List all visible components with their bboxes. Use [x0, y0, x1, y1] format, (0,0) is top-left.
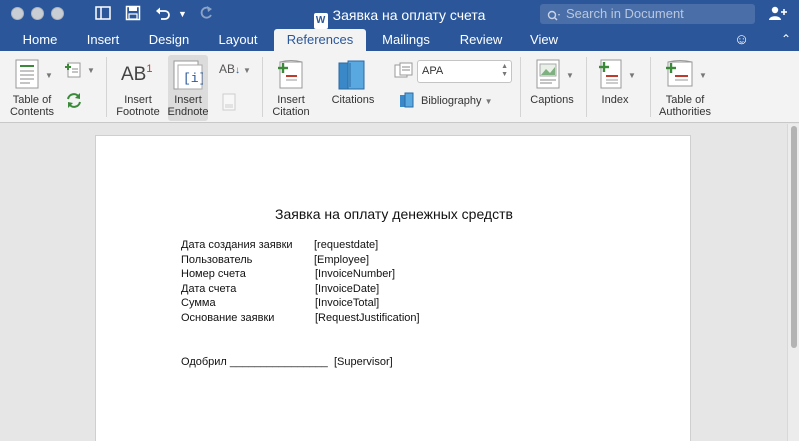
document-canvas[interactable]: Заявка на оплату денежных средств Дата с…: [0, 123, 799, 441]
tab-layout[interactable]: Layout: [208, 29, 268, 51]
field-label-justification: Основание заявки: [181, 312, 275, 324]
endnote-label-line-2: Endnote: [167, 106, 209, 118]
next-footnote-icon-text: AB: [219, 62, 236, 76]
insert-endnote-button[interactable]: Insert Endnote: [164, 94, 212, 118]
add-text-icon[interactable]: [64, 60, 84, 83]
approval-supervisor-value: [Supervisor]: [334, 356, 393, 368]
footnote-icon-text: AB: [121, 64, 147, 85]
field-label-invoice-number: Номер счета: [181, 268, 246, 280]
bibliography-icon[interactable]: [399, 92, 415, 113]
ribbon-separator: [586, 57, 587, 117]
add-text-dropdown-icon[interactable]: ▼: [87, 66, 95, 75]
update-table-icon[interactable]: [64, 91, 84, 114]
share-user-icon[interactable]: [768, 5, 788, 26]
table-of-authorities-button[interactable]: Table of Authorities: [654, 94, 716, 118]
field-value-employee: [Employee]: [314, 254, 370, 266]
style-stepper-icon: ▲ ▼: [501, 63, 508, 78]
search-icon: [547, 8, 561, 28]
authorities-label-line-1: Table of: [665, 94, 705, 106]
tab-references[interactable]: References: [274, 29, 366, 51]
captions-button[interactable]: Captions: [526, 94, 578, 106]
footnote-icon-superscript: 1: [146, 63, 153, 75]
window-title-text: Заявка на оплату счета: [332, 7, 486, 23]
bibliography-button[interactable]: Bibliography ▼: [421, 95, 501, 108]
collapse-ribbon-chevron-icon[interactable]: ⌃: [781, 29, 791, 50]
index-icon[interactable]: [598, 59, 624, 94]
insert-citation-icon[interactable]: [277, 59, 305, 94]
bibliography-dropdown-icon: ▼: [484, 97, 493, 106]
insert-citation-button[interactable]: Insert Citation: [267, 94, 315, 118]
tab-design[interactable]: Design: [140, 29, 198, 51]
citation-style-value: APA: [422, 65, 444, 77]
next-footnote-dropdown-icon[interactable]: ▼: [243, 66, 251, 75]
field-label-invoice-date: Дата счета: [181, 283, 237, 295]
svg-text:[i]: [i]: [183, 71, 203, 86]
toc-label-line-2: Contents: [9, 106, 55, 118]
field-value-invoice-date: [InvoiceDate]: [315, 283, 380, 295]
citation-style-select[interactable]: APA ▲ ▼: [417, 60, 512, 83]
feedback-smiley-icon[interactable]: ☺: [734, 31, 749, 48]
footnote-label-line-1: Insert: [124, 94, 152, 106]
document-page[interactable]: Заявка на оплату денежных средств Дата с…: [95, 135, 691, 441]
insert-endnote-icon[interactable]: [i]: [173, 60, 206, 95]
search-placeholder: Search in Document: [566, 6, 684, 21]
tab-insert[interactable]: Insert: [76, 29, 130, 51]
approval-label-text: Одобрил: [181, 356, 227, 368]
citations-books-icon[interactable]: [336, 59, 370, 96]
toc-dropdown-icon[interactable]: ▼: [45, 71, 53, 80]
tab-mailings[interactable]: Mailings: [372, 29, 440, 51]
ribbon-separator: [262, 57, 263, 117]
ribbon-tabs: Home Insert Design Layout References Mai…: [0, 29, 799, 51]
citation-label-line-1: Insert: [277, 94, 305, 106]
next-footnote-icon[interactable]: AB↓: [219, 62, 240, 76]
tab-home[interactable]: Home: [11, 29, 69, 51]
tab-view[interactable]: View: [520, 29, 568, 51]
word-document-icon: W: [313, 13, 328, 29]
vertical-scrollbar[interactable]: [787, 124, 799, 441]
ribbon-separator: [650, 57, 651, 117]
insert-footnote-button[interactable]: Insert Footnote: [112, 94, 164, 118]
citations-button[interactable]: Citations: [327, 94, 379, 106]
scrollbar-thumb[interactable]: [791, 126, 797, 348]
index-button[interactable]: Index: [592, 94, 638, 106]
field-value-request-date: [requestdate]: [314, 239, 379, 251]
authorities-label-line-2: Authorities: [659, 106, 711, 118]
toc-label-line-1: Table of: [12, 94, 52, 106]
captions-icon[interactable]: [536, 59, 560, 94]
document-heading: Заявка на оплату денежных средств: [275, 206, 513, 222]
field-label-request-date: Дата создания заявки: [181, 239, 293, 251]
table-of-contents-icon[interactable]: [15, 59, 41, 94]
index-dropdown-icon[interactable]: ▼: [628, 71, 636, 80]
ribbon-separator: [106, 57, 107, 117]
endnote-label-line-1: Insert: [174, 94, 202, 106]
citation-label-line-2: Citation: [272, 106, 310, 118]
ribbon-references: ▼ ▼ Table of Contents AB1 Insert Footnot…: [0, 51, 799, 123]
approval-label: Одобрил ________________: [181, 356, 328, 368]
insert-footnote-icon[interactable]: AB1: [121, 63, 152, 86]
bibliography-label: Bibliography: [421, 95, 482, 107]
field-value-invoice-total: [InvoiceTotal]: [315, 297, 380, 309]
field-label-invoice-total: Сумма: [181, 297, 216, 309]
footnote-label-line-2: Footnote: [116, 106, 160, 118]
field-label-employee: Пользователь: [181, 254, 253, 266]
toc-label[interactable]: Table of Contents: [3, 94, 61, 118]
search-input[interactable]: Search in Document: [540, 4, 755, 24]
table-of-authorities-icon[interactable]: [665, 59, 695, 94]
tab-review[interactable]: Review: [450, 29, 512, 51]
manage-sources-icon[interactable]: [394, 62, 414, 83]
authorities-dropdown-icon[interactable]: ▼: [699, 71, 707, 80]
captions-dropdown-icon[interactable]: ▼: [566, 71, 574, 80]
approval-signature-line: ________________: [229, 356, 328, 368]
field-value-justification: [RequestJustification]: [315, 312, 420, 324]
field-value-invoice-number: [InvoiceNumber]: [315, 268, 396, 280]
title-bar: ▼ W Заявка на оплату счета Search in Docu…: [0, 0, 799, 29]
ribbon-separator: [520, 57, 521, 117]
show-notes-icon[interactable]: [222, 93, 236, 116]
